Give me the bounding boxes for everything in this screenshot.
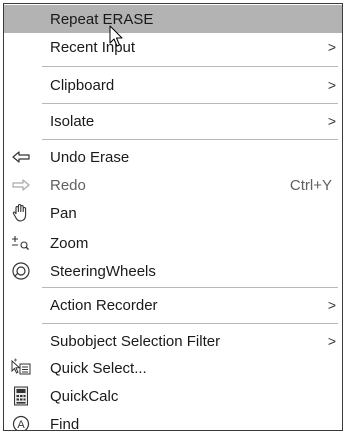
menu-item-label: Undo Erase: [50, 148, 130, 166]
menu-item-label: Subobject Selection Filter: [50, 332, 221, 350]
menu-item-repeat-erase[interactable]: Repeat ERASE: [4, 5, 342, 33]
redo-icon: [8, 171, 34, 199]
menu-item-label: Clipboard: [50, 76, 115, 94]
menu-item-subobject-selection-filter[interactable]: Subobject Selection Filter >: [4, 327, 342, 355]
svg-text:A: A: [17, 419, 25, 431]
chevron-right-icon: >: [327, 333, 336, 349]
quick-select-icon: [8, 354, 34, 382]
menu-item-label: Find: [50, 415, 80, 431]
menu-item-quickcalc[interactable]: QuickCalc: [4, 382, 342, 410]
menu-item-action-recorder[interactable]: Action Recorder >: [4, 291, 342, 319]
menu-item-label: Quick Select...: [50, 359, 147, 377]
chevron-right-icon: >: [327, 297, 336, 313]
menu-item-label: Isolate: [50, 112, 95, 130]
menu-separator: [42, 287, 338, 288]
menu-item-quick-select[interactable]: Quick Select...: [4, 354, 342, 382]
menu-item-recent-input[interactable]: Recent Input >: [4, 33, 342, 61]
shortcut-text: Ctrl+Y: [289, 176, 332, 194]
menu-separator: [42, 323, 338, 324]
menu-item-undo-erase[interactable]: Undo Erase: [4, 143, 342, 171]
menu-item-zoom[interactable]: Zoom: [4, 229, 342, 257]
menu-item-label: Pan: [50, 204, 77, 222]
zoom-icon: [8, 229, 34, 257]
menu-item-label: SteeringWheels: [50, 262, 156, 280]
menu-item-label: Recent Input: [50, 38, 136, 56]
menu-item-label: Action Recorder: [50, 296, 158, 314]
steeringwheels-icon: [8, 257, 34, 285]
calculator-icon: [8, 382, 34, 410]
menu-item-isolate[interactable]: Isolate >: [4, 107, 342, 135]
context-menu: Repeat ERASE Recent Input > Clipboard > …: [3, 3, 343, 431]
chevron-right-icon: >: [327, 77, 336, 93]
menu-separator: [42, 103, 338, 104]
menu-item-find[interactable]: A Find: [4, 410, 342, 431]
menu-separator: [42, 66, 338, 67]
menu-item-steeringwheels[interactable]: SteeringWheels: [4, 257, 342, 285]
find-icon: A: [8, 410, 34, 431]
undo-icon: [8, 143, 34, 171]
menu-item-label: Repeat ERASE: [50, 10, 154, 28]
menu-item-redo[interactable]: Redo Ctrl+Y: [4, 171, 342, 199]
pan-hand-icon: [8, 199, 34, 227]
menu-item-label: Zoom: [50, 234, 89, 252]
menu-item-pan[interactable]: Pan: [4, 199, 342, 227]
menu-item-label: QuickCalc: [50, 387, 119, 405]
chevron-right-icon: >: [327, 113, 336, 129]
menu-item-label: Redo: [50, 176, 86, 194]
menu-separator: [42, 139, 338, 140]
chevron-right-icon: >: [327, 39, 336, 55]
menu-item-clipboard[interactable]: Clipboard >: [4, 71, 342, 99]
